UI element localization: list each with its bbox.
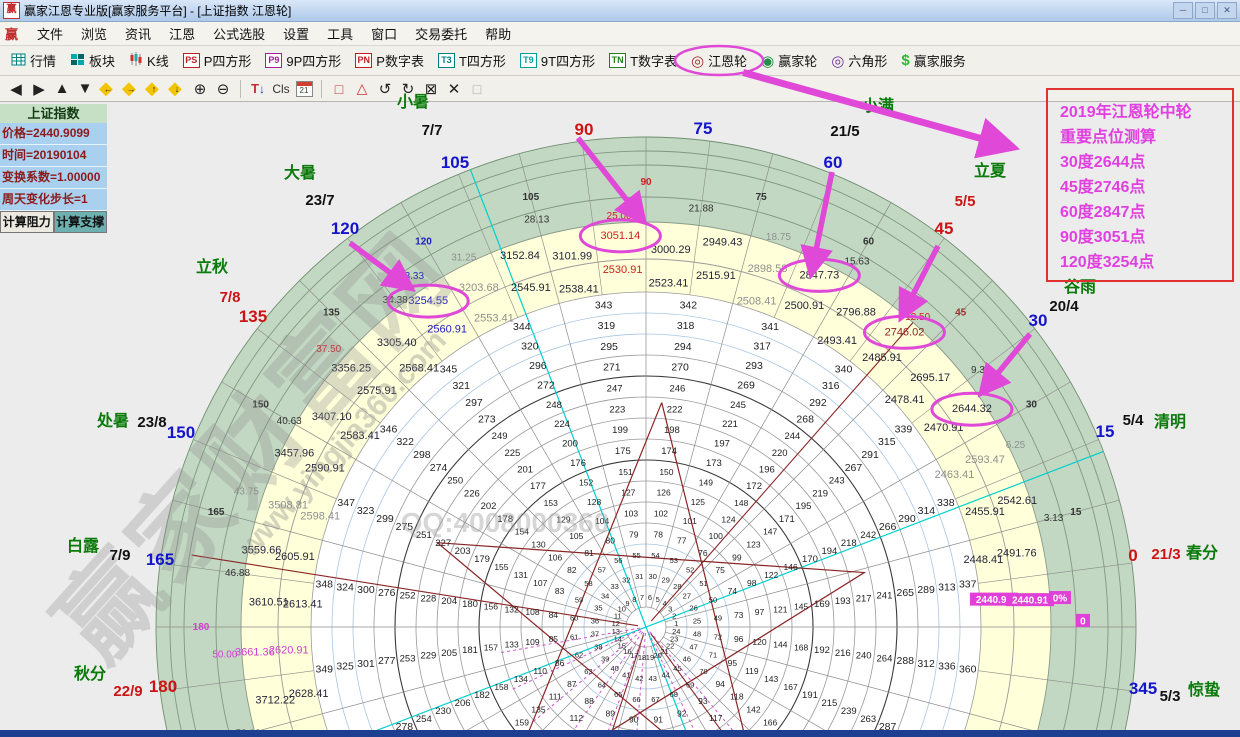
ps-badge-icon: PS — [183, 53, 200, 68]
toolbar-item-行情[interactable]: 行情 — [4, 49, 63, 72]
main-toolbar: 行情 板块 K线 PS P四方形 P9 9P四方形 PN P数字表 T3 T四方形 T9 9T四方形 TN… — [0, 46, 1240, 76]
annotation-line: 120度3254点 — [1060, 250, 1232, 275]
back-icon[interactable]: ◀ — [6, 79, 26, 99]
step-row: 周天变化步长=1 — [0, 189, 107, 211]
annotation-box: 2019年江恩轮中轮 重要点位测算 30度2644点 45度2746点 60度2… — [1046, 88, 1234, 282]
annotation-line: 90度3051点 — [1060, 225, 1232, 250]
menu-资讯[interactable]: 资讯 — [116, 25, 160, 44]
toolbar-item-label: 板块 — [89, 51, 115, 70]
toolbar-item-label: 江恩轮 — [708, 51, 747, 70]
time-row: 时间=20190104 — [0, 145, 107, 167]
toolbar-item-label: 六角形 — [848, 51, 887, 70]
diamond-down-icon[interactable]: ◆↓ — [167, 79, 187, 99]
menu-浏览[interactable]: 浏览 — [72, 25, 116, 44]
hexagon-icon: ◎ — [831, 52, 844, 70]
annotation-line: 60度2847点 — [1060, 200, 1232, 225]
coefficient-row: 变换系数=1.00000 — [0, 167, 107, 189]
menu-公式选股[interactable]: 公式选股 — [204, 25, 274, 44]
index-name: 上证指数 — [0, 104, 107, 123]
zoom-in-icon[interactable]: ⊕ — [190, 79, 210, 99]
toolbar-item-label: T四方形 — [459, 51, 506, 70]
down-icon[interactable]: ▼ — [75, 79, 95, 99]
winner-wheel-icon: ◉ — [761, 52, 774, 70]
p9-badge-icon: P9 — [265, 53, 282, 68]
toolbar-separator — [240, 80, 241, 98]
rotate-ccw-icon[interactable]: ↺ — [375, 79, 395, 99]
service-icon: $ — [901, 52, 909, 69]
toolbar-item-赢家轮[interactable]: ◉赢家轮 — [754, 49, 824, 72]
toolbar-item-label: P数字表 — [376, 51, 424, 70]
diamond-right-icon[interactable]: ◆→ — [121, 79, 141, 99]
screen-icon[interactable]: □ — [467, 79, 487, 99]
toolbar-item-9P四方形[interactable]: P9 9P四方形 — [258, 49, 348, 72]
toolbar-item-label: 行情 — [30, 51, 56, 70]
fit-icon[interactable]: ✕ — [444, 79, 464, 99]
minimize-button[interactable]: ─ — [1173, 2, 1193, 19]
toolbar-item-板块[interactable]: 板块 — [63, 49, 122, 72]
window-controls: ─ □ ✕ — [1173, 2, 1237, 19]
tn-badge-icon: TN — [609, 53, 626, 68]
menu-窗口[interactable]: 窗口 — [362, 25, 406, 44]
quotes-grid-icon — [11, 53, 26, 69]
cls-button[interactable]: Cls — [271, 79, 291, 99]
title-bar: 赢 赢家江恩专业版[赢家服务平台] - [上证指数 江恩轮] ─ □ ✕ — [0, 0, 1240, 22]
price-row: 价格=2440.9099 — [0, 123, 107, 145]
toolbar-item-9T四方形[interactable]: T9 9T四方形 — [513, 49, 602, 72]
toolbar-item-P数字表[interactable]: PN P数字表 — [348, 49, 431, 72]
rotate-cw-icon[interactable]: ↻ — [398, 79, 418, 99]
zoom-out-icon[interactable]: ⊖ — [213, 79, 233, 99]
toolbar-item-赢家服务[interactable]: $ 赢家服务 — [894, 49, 972, 72]
t9-badge-icon: T9 — [520, 53, 537, 68]
calc-resistance-button[interactable]: 计算阻力 — [0, 211, 54, 233]
toolbar-item-label: 赢家轮 — [778, 51, 817, 70]
toolbar-item-T数字表[interactable]: TN T数字表 — [602, 49, 684, 72]
menu-bar: 赢 文件浏览资讯江恩公式选股设置工具窗口交易委托帮助 — [0, 22, 1240, 46]
toolbar-item-label: P四方形 — [204, 51, 252, 70]
app-logo-icon: 赢 — [3, 2, 20, 19]
toolbar-item-K线[interactable]: K线 — [122, 49, 176, 72]
calc-support-button[interactable]: 计算支撑 — [54, 211, 108, 233]
toolbar-item-label: 赢家服务 — [914, 51, 966, 70]
toolbar-item-gann-wheel[interactable]: ◎江恩轮 — [684, 49, 754, 72]
gann-wheel-icon: ◎ — [691, 52, 704, 70]
t-arrow-icon[interactable]: T↓ — [248, 79, 268, 99]
bottom-border — [0, 730, 1240, 737]
menu-文件[interactable]: 文件 — [28, 25, 72, 44]
menu-交易委托[interactable]: 交易委托 — [406, 25, 476, 44]
kline-icon — [129, 52, 143, 69]
menu-帮助[interactable]: 帮助 — [476, 25, 520, 44]
up-icon[interactable]: ▲ — [52, 79, 72, 99]
toolbar-separator — [321, 80, 322, 98]
toolbar-item-label: 9P四方形 — [286, 51, 341, 70]
pn-badge-icon: PN — [355, 53, 372, 68]
t3-badge-icon: T3 — [438, 53, 455, 68]
toolbar-item-label: T数字表 — [630, 51, 677, 70]
diamond-left-icon[interactable]: ◆← — [98, 79, 118, 99]
window-title: 赢家江恩专业版[赢家服务平台] - [上证指数 江恩轮] — [24, 2, 291, 19]
menu-江恩[interactable]: 江恩 — [160, 25, 204, 44]
index-info-panel: 上证指数 价格=2440.9099 时间=20190104 变换系数=1.000… — [0, 104, 107, 233]
menu-工具[interactable]: 工具 — [318, 25, 362, 44]
annotation-line: 45度2746点 — [1060, 175, 1232, 200]
calendar-icon[interactable]: 21 — [294, 79, 314, 99]
annotation-line: 2019年江恩轮中轮 — [1060, 100, 1232, 125]
toolbar-item-label: K线 — [147, 51, 169, 70]
diamond-up-icon[interactable]: ◆↑ — [144, 79, 164, 99]
toolbar-item-六角形[interactable]: ◎六角形 — [824, 49, 894, 72]
forward-icon[interactable]: ▶ — [29, 79, 49, 99]
maximize-button[interactable]: □ — [1195, 2, 1215, 19]
toolbar-item-label: 9T四方形 — [541, 51, 595, 70]
annotation-line: 30度2644点 — [1060, 150, 1232, 175]
draw-square-icon[interactable]: □ — [329, 79, 349, 99]
blocks-icon — [70, 53, 85, 69]
menu-logo-icon: 赢 — [5, 24, 18, 43]
annotation-line: 重要点位测算 — [1060, 125, 1232, 150]
toolbar-item-T四方形[interactable]: T3 T四方形 — [431, 49, 513, 72]
close-button[interactable]: ✕ — [1217, 2, 1237, 19]
menu-设置[interactable]: 设置 — [274, 25, 318, 44]
draw-triangle-icon[interactable]: △ — [352, 79, 372, 99]
delete-box-icon[interactable]: ⊠ — [421, 79, 441, 99]
toolbar-item-P四方形[interactable]: PS P四方形 — [176, 49, 259, 72]
